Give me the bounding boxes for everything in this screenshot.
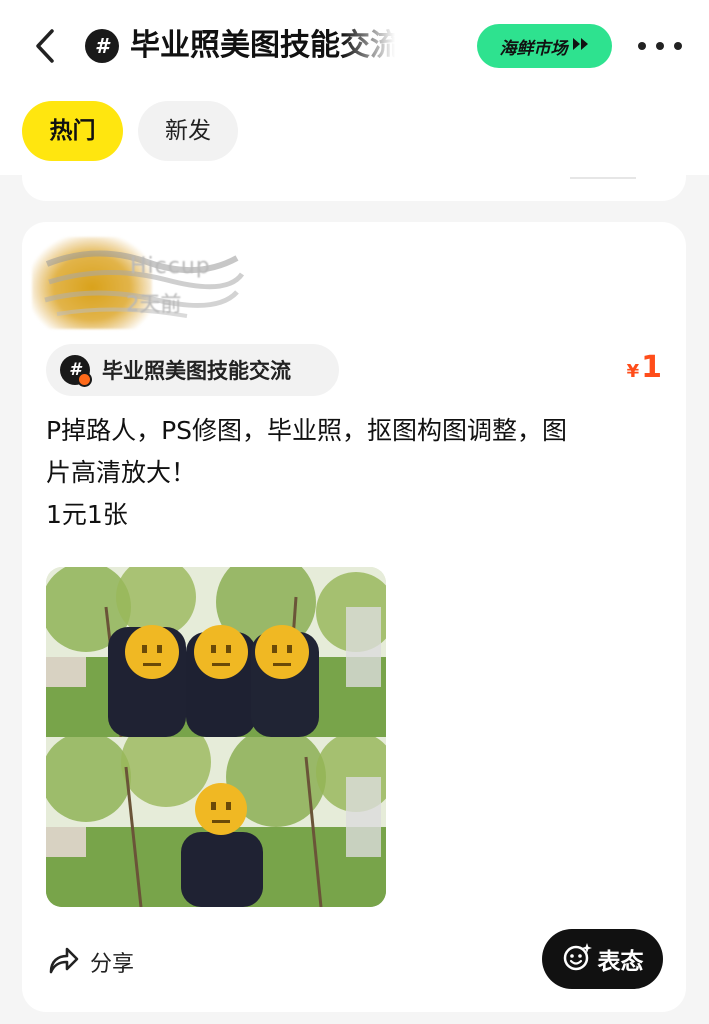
page-title: 毕业照美图技能交流 <box>130 28 395 63</box>
more-options-icon[interactable] <box>638 36 682 56</box>
market-button[interactable]: 海鲜市场 <box>477 24 612 68</box>
double-chevron-right-icon <box>572 36 590 56</box>
post-card[interactable]: Hiccup 2天前 # 毕业照美图技能交流 ¥ 1 P掉路人，PS修图，毕业照… <box>22 222 686 1012</box>
topic-chip-label: 毕业照美图技能交流 <box>102 359 291 383</box>
react-label: 表态 <box>597 949 644 975</box>
price: ¥ 1 <box>627 350 662 385</box>
price-currency: ¥ <box>626 361 640 382</box>
smile-sparkle-icon <box>562 942 592 976</box>
share-button[interactable]: 分享 <box>48 940 134 984</box>
price-value: 1 <box>641 350 662 385</box>
previous-post-card <box>22 165 686 201</box>
market-button-label: 海鲜市场 <box>499 38 568 59</box>
tab-bar: 热门 新发 <box>0 95 709 175</box>
post-text-line: 片高清放大！ <box>46 458 197 487</box>
divider <box>570 177 636 179</box>
topic-hash-icon: # <box>85 29 119 63</box>
share-icon <box>48 945 80 979</box>
post-text-line: P掉路人，PS修图，毕业照，抠图构图调整，图 <box>46 416 568 445</box>
photo-grid <box>46 567 386 907</box>
back-arrow-icon[interactable] <box>30 28 62 64</box>
post-time: 2天前 <box>126 292 182 316</box>
react-button[interactable]: 表态 <box>542 929 663 989</box>
topic-chip[interactable]: # 毕业照美图技能交流 <box>46 344 339 396</box>
post-text-line: 1元1张 <box>46 500 128 529</box>
tab-new[interactable]: 新发 <box>138 101 238 161</box>
topic-hash-icon: # <box>60 355 92 387</box>
tab-hot[interactable]: 热门 <box>22 101 123 161</box>
user-name[interactable]: Hiccup <box>130 254 211 279</box>
share-label: 分享 <box>90 952 135 977</box>
post-photo[interactable] <box>46 737 386 907</box>
post-photo[interactable] <box>46 567 386 737</box>
top-bar: # 毕业照美图技能交流 海鲜市场 <box>0 0 709 95</box>
post-body: P掉路人，PS修图，毕业照，抠图构图调整，图 片高清放大！ 1元1张 <box>46 410 666 536</box>
